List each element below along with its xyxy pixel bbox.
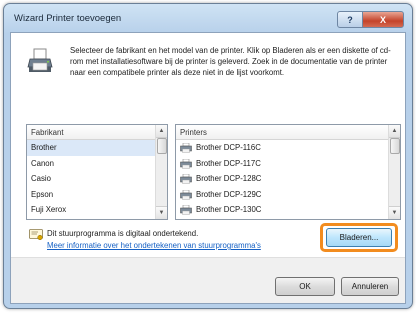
list-item-manufacturer[interactable]: Brother — [27, 140, 156, 156]
intro-text: Selecteer de fabrikant en het model van … — [70, 46, 391, 77]
title-bar[interactable]: Wizard Printer toevoegen ? X — [4, 4, 412, 32]
scroll-thumb[interactable] — [157, 138, 167, 154]
ok-button[interactable]: OK — [275, 277, 335, 296]
list-item-manufacturer[interactable]: Canon — [27, 156, 156, 172]
scroll-down-icon[interactable]: ▼ — [156, 206, 167, 219]
printer-icon — [180, 189, 192, 200]
list-item-printer[interactable]: Brother DCP-128C — [176, 171, 389, 187]
footer-divider — [11, 257, 405, 258]
manufacturer-header-label: Fabrikant — [31, 128, 64, 137]
list-item-manufacturer[interactable]: Epson — [27, 187, 156, 203]
help-icon: ? — [347, 14, 353, 25]
wizard-content: Selecteer de fabrikant en het model van … — [11, 33, 405, 257]
manufacturer-list[interactable]: Fabrikant Brother Canon Casio Epson Fuji… — [26, 124, 168, 220]
manufacturer-rows: Brother Canon Casio Epson Fuji Xerox — [27, 140, 156, 218]
browse-button[interactable]: Bladeren... — [326, 228, 392, 247]
printer-scrollbar[interactable]: ▲ ▼ — [388, 125, 400, 219]
printer-model-label: Brother DCP-117C — [196, 158, 261, 168]
printer-model-label: Brother DCP-116C — [196, 143, 261, 152]
printer-icon — [27, 48, 53, 72]
list-item-printer[interactable]: Brother DCP-129C — [176, 187, 389, 203]
window-title: Wizard Printer toevoegen — [14, 13, 122, 24]
scroll-thumb[interactable] — [390, 138, 400, 154]
printer-header-label: Printers — [180, 128, 207, 137]
scroll-down-icon[interactable]: ▼ — [389, 206, 400, 219]
list-item-manufacturer[interactable]: Fuji Xerox — [27, 202, 156, 218]
dialog-client-area: Selecteer de fabrikant en het model van … — [10, 32, 406, 304]
printer-list[interactable]: Printers Brother DCP-116C Brother DCP-11… — [175, 124, 401, 220]
printer-icon — [180, 205, 192, 215]
driver-signing-link[interactable]: Meer informatie over het ondertekenen va… — [47, 241, 261, 250]
printer-icon — [180, 174, 192, 184]
close-icon: X — [379, 14, 386, 25]
scroll-up-icon[interactable]: ▲ — [389, 125, 400, 138]
add-printer-wizard-window: Wizard Printer toevoegen ? X Selecteer d… — [3, 3, 413, 309]
printer-icon — [180, 143, 192, 153]
manufacturer-scrollbar[interactable]: ▲ ▼ — [155, 125, 167, 219]
signature-status: Dit stuurprogramma is digitaal onderteke… — [47, 229, 199, 238]
certificate-icon — [29, 229, 43, 241]
scroll-up-icon[interactable]: ▲ — [156, 125, 167, 138]
list-item-printer[interactable]: Brother DCP-130C — [176, 202, 389, 218]
printer-rows: Brother DCP-116C Brother DCP-117C Brothe… — [176, 140, 389, 218]
list-item-printer[interactable]: Brother DCP-117C — [176, 156, 389, 172]
cancel-button[interactable]: Annuleren — [341, 277, 399, 296]
close-button[interactable]: X — [362, 11, 404, 28]
manufacturer-column-header[interactable]: Fabrikant — [27, 125, 156, 140]
printer-model-label: Brother DCP-128C — [196, 174, 262, 183]
list-item-manufacturer[interactable]: Casio — [27, 171, 156, 187]
help-button[interactable]: ? — [337, 11, 363, 28]
printer-icon — [180, 158, 192, 169]
printer-model-label: Brother DCP-129C — [196, 189, 262, 199]
list-item-printer[interactable]: Brother DCP-116C — [176, 140, 389, 156]
printer-model-label: Brother DCP-130C — [196, 205, 262, 214]
printer-column-header[interactable]: Printers — [176, 125, 389, 140]
